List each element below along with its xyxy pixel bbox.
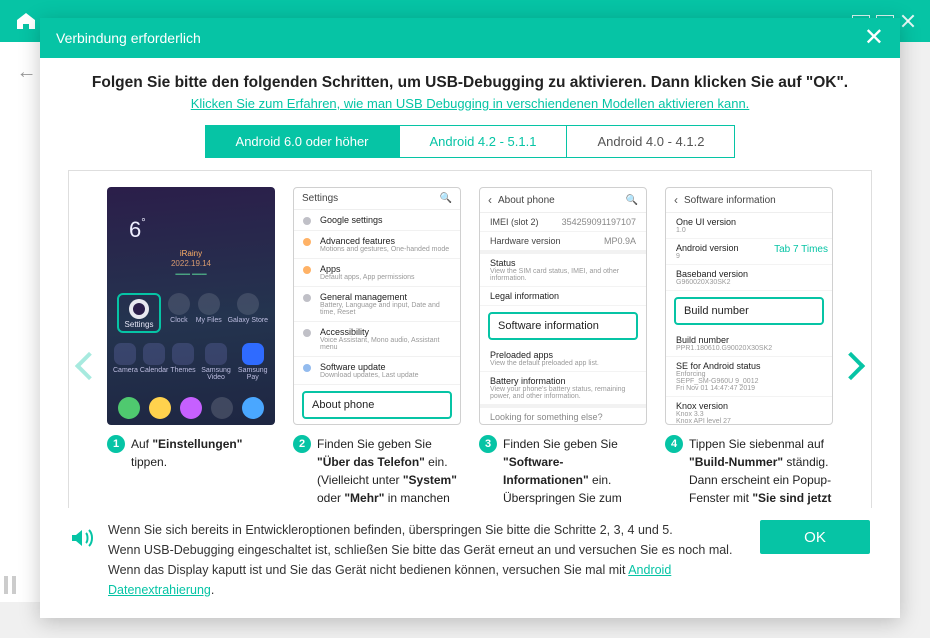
speaker-icon: [70, 524, 94, 559]
modal-title: Verbindung erforderlich: [56, 30, 201, 46]
steps-carousel: 6° iRainy 2022.19.14 ━━━ ━━━ Settings Cl…: [68, 170, 872, 508]
phone-mock-about: ‹About phone🔍 IMEI (slot 2)3542590911971…: [479, 187, 647, 425]
modal-header: Verbindung erforderlich ✕: [40, 18, 900, 58]
step-1: 6° iRainy 2022.19.14 ━━━ ━━━ Settings Cl…: [107, 187, 275, 508]
home-icon[interactable]: [12, 7, 40, 35]
footer-text: Wenn Sie sich bereits in Entwickleroptio…: [108, 520, 746, 600]
window-close[interactable]: [900, 15, 918, 27]
back-arrow-icon[interactable]: ←: [17, 62, 37, 82]
step-3: ‹About phone🔍 IMEI (slot 2)3542590911971…: [479, 187, 647, 508]
headline: Folgen Sie bitte den folgenden Schritten…: [68, 74, 872, 92]
tab-android-42[interactable]: Android 4.2 - 5.1.1: [400, 125, 568, 158]
step-number: 1: [107, 435, 125, 453]
highlight-software-info: Software information: [488, 312, 638, 340]
connection-modal: Verbindung erforderlich ✕ Folgen Sie bit…: [40, 18, 900, 618]
tab-7-times-label: Tab 7 Times: [774, 244, 828, 255]
step-caption: Auf "Einstellungen" tippen.: [131, 435, 275, 471]
tab-android-40[interactable]: Android 4.0 - 4.1.2: [567, 125, 735, 158]
learn-more-link[interactable]: Klicken Sie zum Erfahren, wie man USB De…: [68, 96, 872, 111]
carousel-next[interactable]: [835, 171, 871, 508]
highlight-about-phone: About phone: [302, 391, 452, 419]
phone-mock-home: 6° iRainy 2022.19.14 ━━━ ━━━ Settings Cl…: [107, 187, 275, 425]
gear-icon: [129, 299, 149, 319]
step-number: 2: [293, 435, 311, 453]
step-number: 4: [665, 435, 683, 453]
android-version-tabs: Android 6.0 oder höher Android 4.2 - 5.1…: [68, 125, 872, 158]
modal-footer: Wenn Sie sich bereits in Entwickleroptio…: [40, 508, 900, 618]
step-caption: Finden Sie geben Sie "Software-Informati…: [503, 435, 647, 508]
phone-mock-software-info: Tab 7 Times ‹Software information One UI…: [665, 187, 833, 425]
step-4: Tab 7 Times ‹Software information One UI…: [665, 187, 833, 508]
tab-android-6[interactable]: Android 6.0 oder höher: [205, 125, 400, 158]
highlight-build-number: Build number: [674, 297, 824, 325]
phone-mock-settings: Settings🔍 Google settings Advanced featu…: [293, 187, 461, 425]
step-2: Settings🔍 Google settings Advanced featu…: [293, 187, 461, 508]
close-icon[interactable]: ✕: [864, 26, 884, 50]
ok-button[interactable]: OK: [760, 520, 870, 554]
step-caption: Tippen Sie siebenmal auf "Build-Nummer" …: [689, 435, 833, 508]
step-caption: Finden Sie geben Sie "Über das Telefon" …: [317, 435, 461, 508]
settings-app-icon: Settings: [117, 293, 161, 333]
step-number: 3: [479, 435, 497, 453]
